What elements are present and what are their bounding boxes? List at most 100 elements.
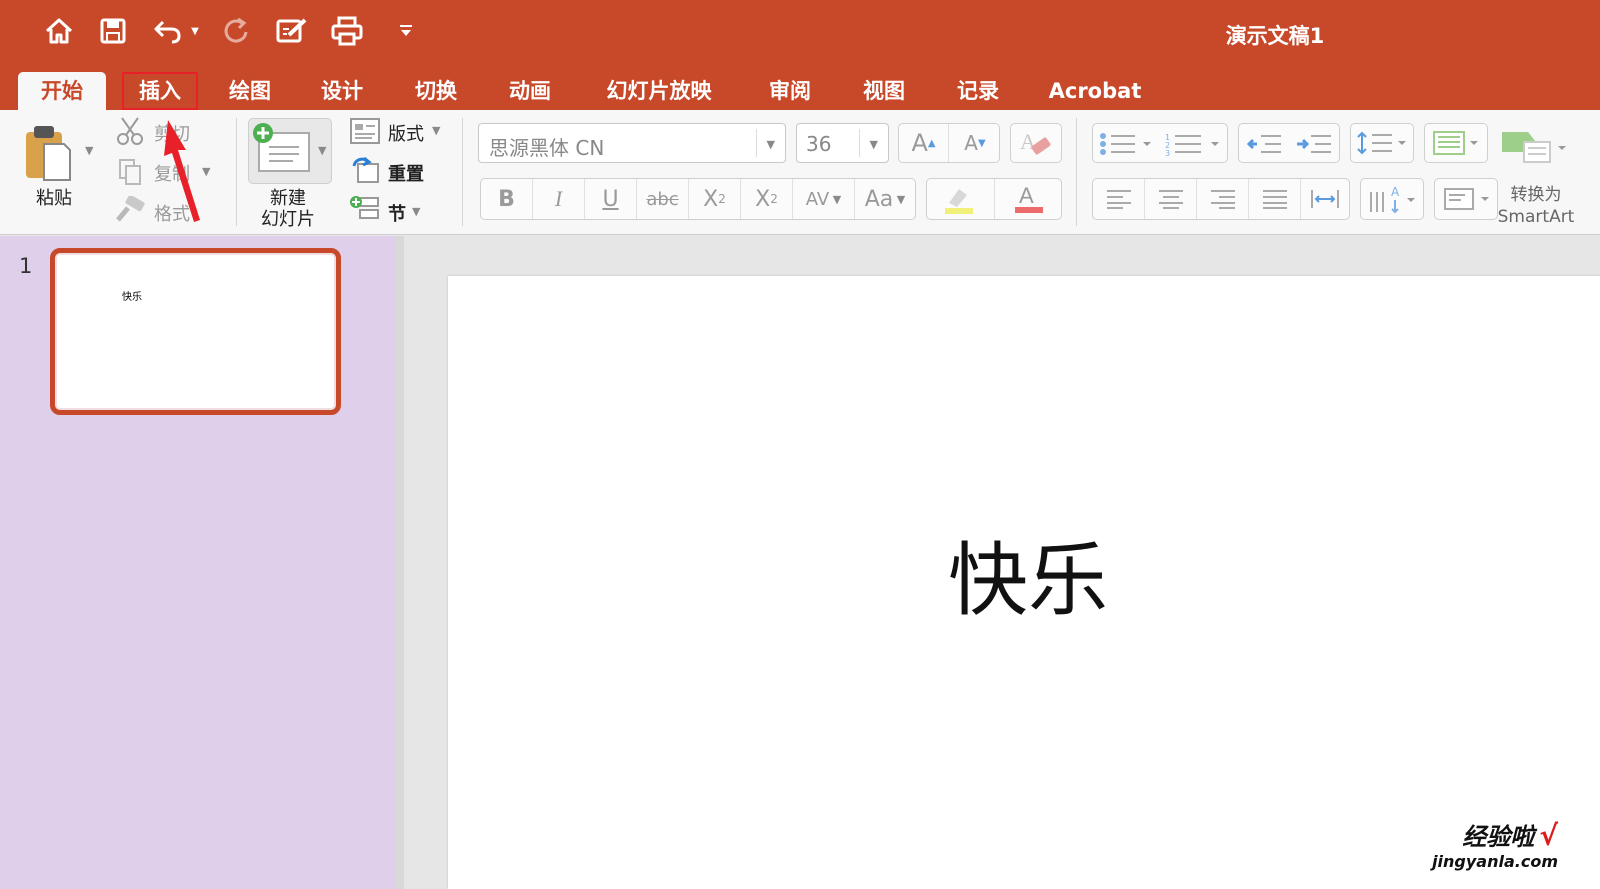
character-spacing-button[interactable]: AV ▼ (793, 179, 855, 219)
scissors-icon (116, 116, 146, 146)
font-color-icon: A (1015, 183, 1043, 213)
justify-button[interactable] (1249, 179, 1301, 219)
tab-review[interactable]: 审阅 (754, 72, 826, 110)
highlight-button[interactable] (927, 179, 995, 219)
layout-button[interactable]: 版式 (388, 120, 424, 146)
section-dropdown-icon[interactable]: ▼ (412, 205, 420, 218)
superscript-button[interactable]: X2 (689, 179, 741, 219)
slide-canvas[interactable]: 快乐 (448, 276, 1600, 889)
font-color-button[interactable]: A (995, 179, 1063, 219)
svg-text:A: A (1391, 185, 1400, 199)
edit-icon[interactable] (272, 14, 312, 48)
slide-number: 1 (19, 254, 33, 278)
reset-button[interactable]: 重置 (388, 160, 424, 186)
text-direction-icon: A (1361, 179, 1423, 219)
font-size-group: A ▲ A ▼ (898, 123, 1000, 163)
paste-button[interactable] (22, 122, 78, 184)
ribbon-tab-bar: 开始 插入 绘图 设计 切换 动画 幻灯片放映 审阅 视图 记录 Acrobat (0, 64, 1600, 110)
underline-button[interactable]: U (585, 179, 637, 219)
ribbon-separator (462, 118, 463, 226)
indent-group (1238, 123, 1340, 163)
tab-draw[interactable]: 绘图 (214, 72, 286, 110)
slide-thumbnail[interactable]: 快乐 (50, 248, 341, 415)
color-group: A (926, 178, 1062, 220)
document-title: 演示文稿1 (1225, 24, 1325, 48)
font-size-value: 36 (806, 132, 832, 156)
smartart-label: SmartArt (1497, 207, 1575, 227)
bold-button[interactable]: B (481, 179, 533, 219)
divider (859, 129, 860, 157)
eraser-icon: A (1020, 129, 1051, 155)
clear-formatting-button[interactable]: A (1010, 123, 1062, 163)
tab-view[interactable]: 视图 (848, 72, 920, 110)
font-name-value: 思源黑体 CN (489, 136, 605, 160)
strikethrough-button[interactable]: abc (637, 179, 689, 219)
ribbon: ▼ 粘贴 剪切 复制 ▼ 格式 ▼ 新建 幻灯片 版式 ▼ 重置 节 ▼ (0, 110, 1600, 235)
columns-icon (1433, 131, 1478, 155)
new-slide-dropdown-icon[interactable]: ▼ (318, 144, 326, 157)
bullets-button[interactable] (1099, 132, 1151, 160)
convert-smartart-button[interactable]: 转换为 SmartArt (1488, 184, 1584, 228)
section-button[interactable]: 节 (388, 200, 406, 226)
increase-indent-button[interactable] (1295, 132, 1335, 160)
text-format-group: B I U abc X2 X2 AV ▼ Aa ▼ (480, 178, 916, 220)
subscript-button[interactable]: X2 (741, 179, 793, 219)
text-direction-button[interactable]: A (1360, 178, 1424, 220)
svg-text:3: 3 (1165, 149, 1170, 156)
reset-icon (350, 156, 380, 184)
annotation-arrow-icon (164, 120, 200, 222)
slide-text-box[interactable]: 快乐 (948, 516, 1108, 632)
section-icon (350, 194, 380, 222)
chevron-down-icon: ▼ (869, 138, 878, 151)
decrease-indent-button[interactable] (1245, 132, 1285, 160)
slide-thumbnails-pane: 1 快乐 (0, 236, 396, 889)
paste-dropdown-icon[interactable]: ▼ (85, 144, 93, 157)
print-icon[interactable] (328, 14, 366, 48)
align-center-button[interactable] (1145, 179, 1197, 219)
tab-animations[interactable]: 动画 (494, 72, 566, 110)
home-icon[interactable] (40, 14, 78, 48)
tab-transitions[interactable]: 切换 (400, 72, 472, 110)
numbering-button[interactable]: 123 (1165, 132, 1223, 160)
align-right-button[interactable] (1197, 179, 1249, 219)
tab-slideshow[interactable]: 幻灯片放映 (592, 72, 726, 110)
tab-home[interactable]: 开始 (18, 72, 106, 110)
font-name-select[interactable]: 思源黑体 CN ▼ (478, 123, 786, 163)
watermark-text: 经验啦 (1462, 823, 1535, 851)
new-slide-label-2: 幻灯片 (261, 209, 315, 230)
columns-button[interactable] (1424, 123, 1488, 163)
alignment-group (1092, 178, 1350, 220)
customize-toolbar-icon[interactable] (396, 14, 416, 48)
title-bar: ▼ 演示文稿1 (0, 0, 1600, 64)
save-icon[interactable] (96, 14, 130, 48)
copy-icon (118, 158, 142, 186)
italic-button[interactable]: I (533, 179, 585, 219)
tab-record[interactable]: 记录 (942, 72, 1014, 110)
distributed-button[interactable] (1301, 179, 1349, 219)
ribbon-separator (236, 118, 237, 226)
undo-dropdown-icon[interactable]: ▼ (188, 14, 202, 48)
align-left-button[interactable] (1093, 179, 1145, 219)
paste-icon (26, 126, 71, 181)
chevron-down-icon: ▼ (766, 138, 775, 151)
highlighter-icon (944, 189, 973, 214)
watermark-url: jingyanla.com (1432, 852, 1558, 871)
tab-insert[interactable]: 插入 (122, 72, 198, 110)
change-case-button[interactable]: Aa ▼ (855, 179, 915, 219)
decrease-font-size-button[interactable]: A ▼ (950, 124, 1000, 162)
tab-acrobat[interactable]: Acrobat (1040, 72, 1150, 110)
layout-dropdown-icon[interactable]: ▼ (432, 124, 440, 137)
svg-text:A: A (1019, 183, 1034, 208)
list-group: 123 (1092, 123, 1228, 163)
format-painter-icon (114, 194, 146, 224)
font-size-select[interactable]: 36 ▼ (796, 123, 889, 163)
layout-icon (350, 118, 380, 144)
redo-icon[interactable] (220, 14, 254, 48)
increase-font-size-button[interactable]: A ▲ (899, 124, 949, 162)
smartart-icon (1498, 128, 1568, 168)
slide-editor: 快乐 (396, 236, 1600, 889)
undo-icon[interactable] (150, 14, 186, 48)
tab-design[interactable]: 设计 (306, 72, 378, 110)
line-spacing-button[interactable] (1350, 123, 1414, 163)
check-icon: √ (1539, 819, 1558, 852)
